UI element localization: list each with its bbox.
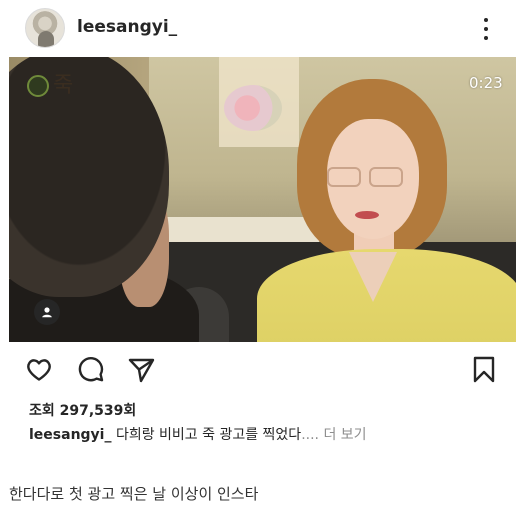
caption-username[interactable]: leesangyi_	[29, 427, 111, 443]
username[interactable]: leesangyi_	[77, 17, 177, 37]
bookmark-icon[interactable]	[469, 354, 499, 384]
send-icon[interactable]	[126, 354, 156, 384]
heart-icon[interactable]	[24, 354, 54, 384]
views-count: 297,539회	[59, 403, 137, 419]
more-vertical-icon[interactable]	[478, 16, 494, 42]
video-logo-text: 죽	[53, 73, 74, 98]
caption-text: 다희랑 비비고 죽 광고를 찍었다	[115, 427, 302, 443]
views-label: 조회	[29, 403, 55, 419]
post-caption: leesangyi_ 다희랑 비비고 죽 광고를 찍었다.... 더 보기	[29, 424, 367, 444]
video-timer: 0:23	[469, 74, 503, 92]
comment-icon[interactable]	[76, 354, 106, 384]
post-header: leesangyi_	[0, 0, 517, 56]
caption-ellipsis: ....	[301, 427, 319, 443]
user-tag-icon[interactable]	[34, 299, 60, 325]
avatar[interactable]	[25, 8, 65, 48]
view-count: 조회 297,539회	[29, 400, 136, 420]
action-bar	[0, 350, 517, 390]
post-video[interactable]: 죽 0:23	[9, 57, 516, 342]
comment-text: 한다다로 첫 광고 찍은 날 이상이 인스타	[9, 485, 259, 503]
more-link[interactable]: 더 보기	[323, 427, 366, 443]
channel-logo-icon	[27, 75, 49, 97]
